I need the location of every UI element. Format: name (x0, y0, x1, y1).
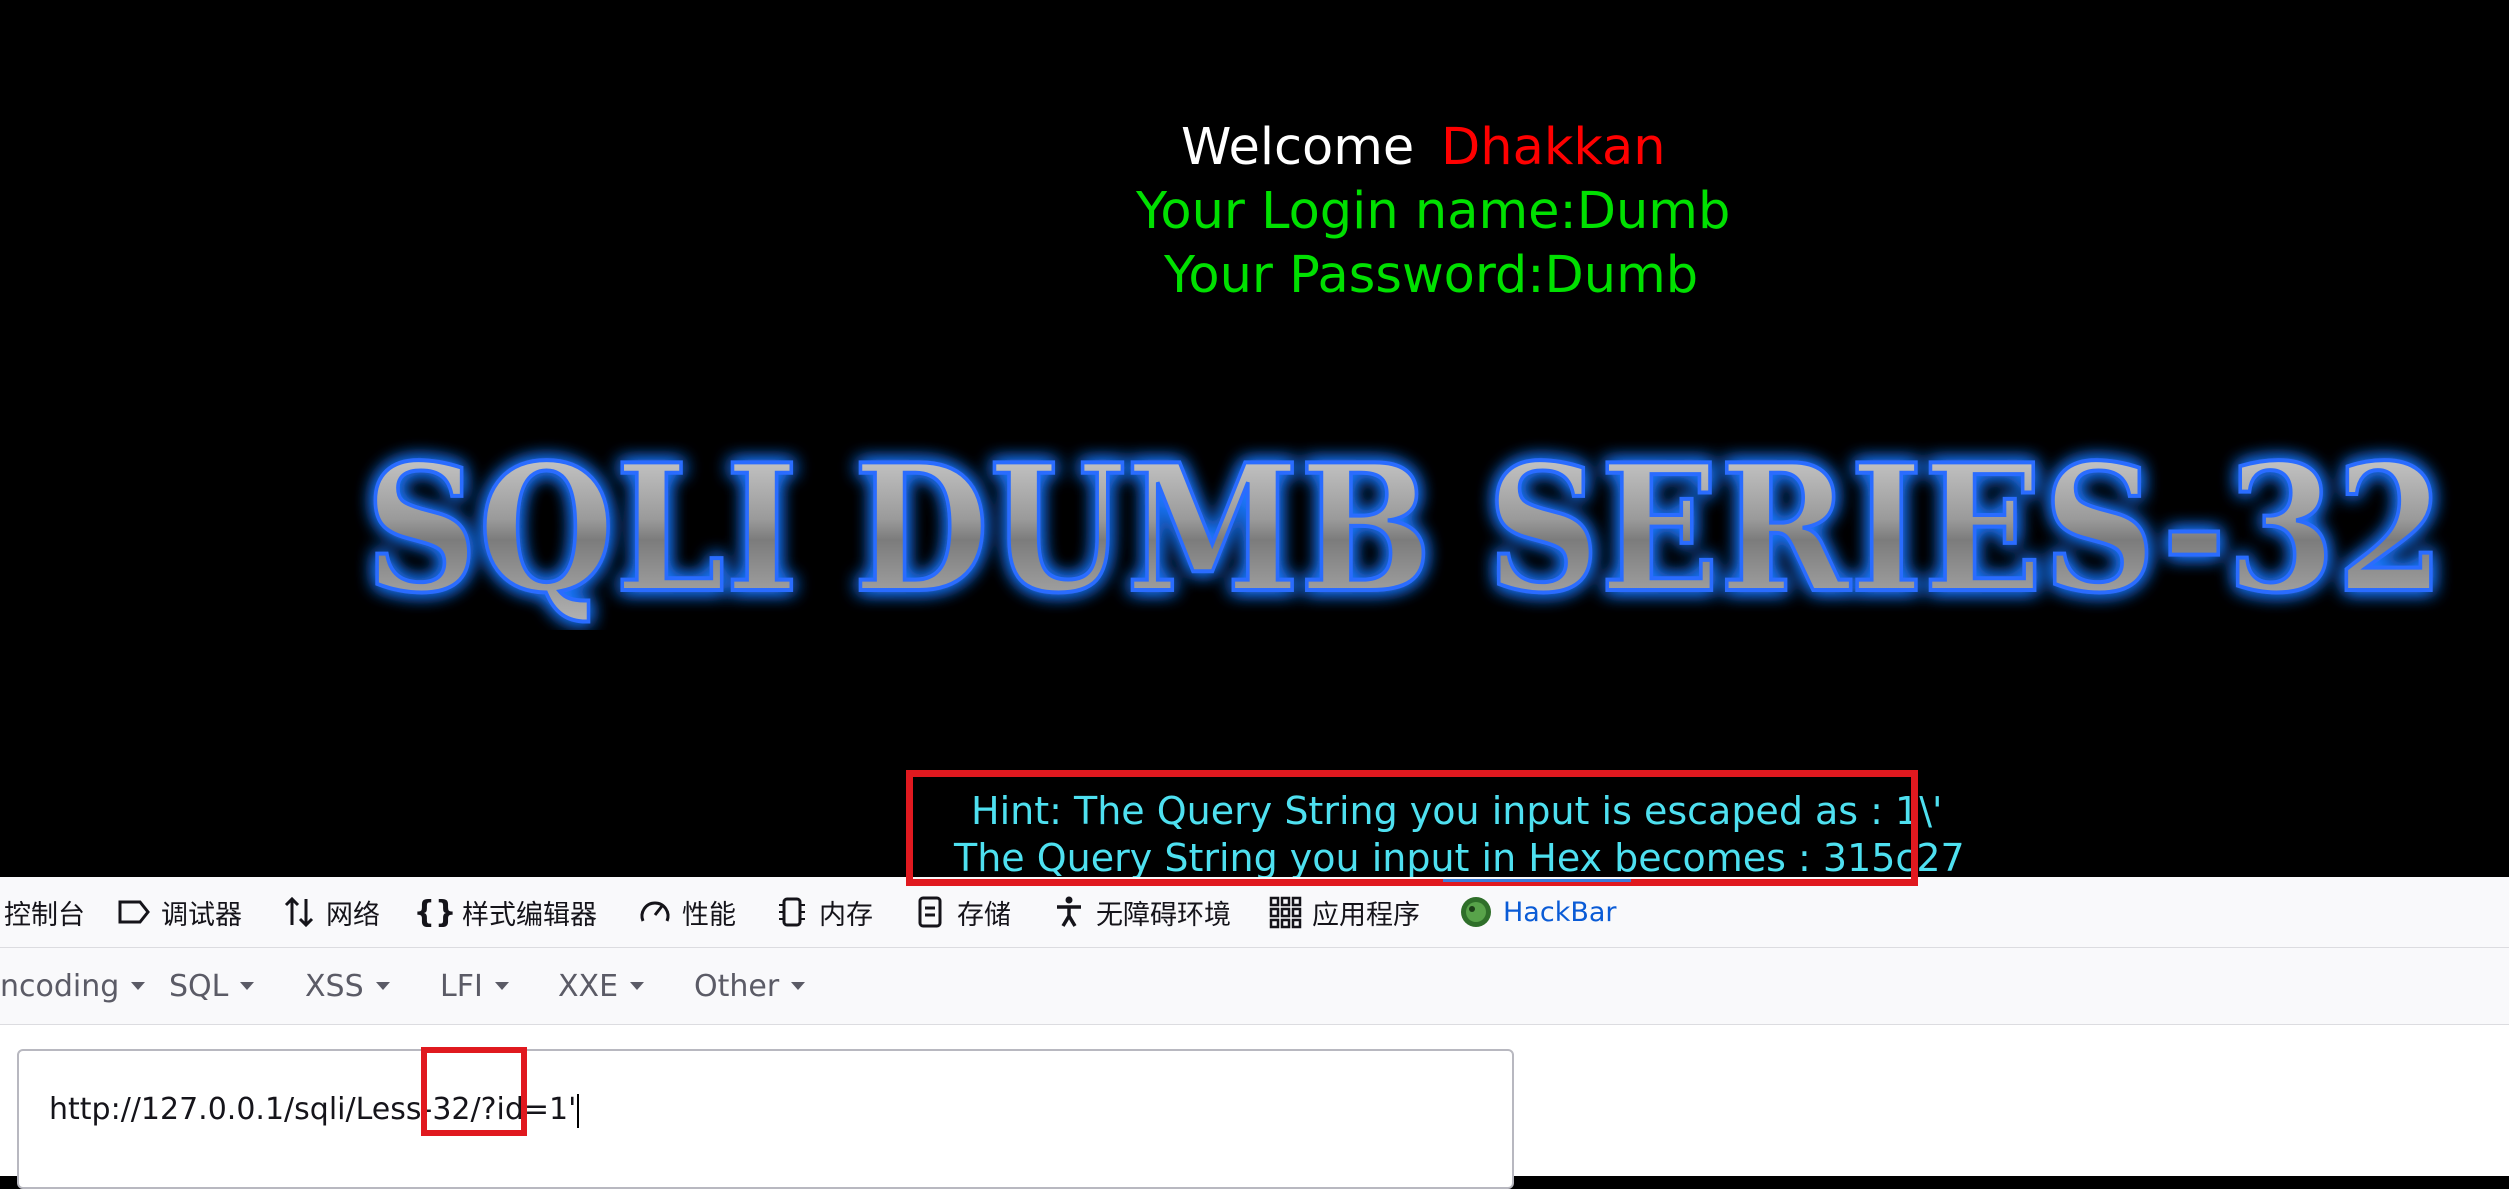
sqli-page: Welcome Dhakkan Your Login name:Dumb You… (0, 0, 2509, 877)
menu-encoding[interactable]: ncoding (0, 948, 146, 1024)
chevron-down-icon (791, 982, 806, 990)
menu-sql[interactable]: SQL (169, 948, 255, 1024)
menu-label: LFI (440, 968, 483, 1004)
chevron-down-icon (375, 982, 390, 990)
style-editor-icon: {} (413, 894, 457, 930)
chevron-down-icon (240, 982, 255, 990)
debugger-icon (117, 895, 151, 929)
memory-icon (775, 895, 809, 929)
accessibility-icon (1052, 895, 1086, 929)
menu-lfi[interactable]: LFI (440, 948, 509, 1024)
menu-label: XXE (558, 968, 619, 1004)
chevron-down-icon (131, 982, 146, 990)
link-hover-underline (1443, 879, 1631, 882)
application-icon (1268, 895, 1302, 929)
sqli-dumb-series-banner: SQLI DUMB SERIES-32 (363, 430, 2447, 630)
tab-label: 网络 (326, 899, 380, 931)
tab-label: 内存 (819, 899, 873, 931)
storage-icon (913, 895, 947, 929)
devtools-toolbar: 控制台 调试器 网络 {} 样式编辑器 性能 内存 存储 无障碍环境 应用程序 … (0, 877, 2509, 948)
welcome-username: Dhakkan (1441, 118, 1666, 177)
chevron-down-icon (494, 982, 509, 990)
performance-icon (638, 895, 672, 929)
url-textarea[interactable]: http://127.0.0.1/sqli/Less-32/?id=1' (17, 1049, 1514, 1189)
password-text: Your Password:Dumb (1164, 246, 1699, 305)
tab-storage[interactable]: 存储 (913, 877, 1011, 947)
chevron-down-icon (630, 982, 645, 990)
menu-xxe[interactable]: XXE (558, 948, 645, 1024)
tab-label: 无障碍环境 (1096, 899, 1231, 931)
tab-label: 应用程序 (1312, 899, 1420, 931)
menu-label: Other (694, 968, 780, 1004)
tab-debugger[interactable]: 调试器 (117, 877, 242, 947)
tab-accessibility[interactable]: 无障碍环境 (1052, 877, 1231, 947)
tab-label: 调试器 (161, 899, 242, 931)
hackbar-icon (1459, 895, 1493, 929)
text-cursor (577, 1093, 580, 1128)
menu-xss[interactable]: XSS (305, 948, 390, 1024)
param-highlight-box (421, 1047, 527, 1136)
tab-performance[interactable]: 性能 (638, 877, 736, 947)
hackbar-menu-bar: ncoding SQL XSS LFI XXE Other (0, 948, 2509, 1025)
tab-label: 存储 (957, 899, 1011, 931)
tab-network[interactable]: 网络 (282, 877, 380, 947)
menu-label: XSS (305, 968, 364, 1004)
tab-console[interactable]: 控制台 (4, 877, 85, 947)
tab-style-editor[interactable]: {} 样式编辑器 (413, 877, 597, 947)
menu-label: ncoding (0, 968, 120, 1004)
menu-other[interactable]: Other (694, 948, 806, 1024)
tab-label: HackBar (1503, 896, 1617, 928)
tab-memory[interactable]: 内存 (775, 877, 873, 947)
banner-title: SQLI DUMB SERIES-32 (365, 430, 2445, 630)
hackbar-url-area: http://127.0.0.1/sqli/Less-32/?id=1' (0, 1025, 2509, 1189)
tab-label: 样式编辑器 (462, 899, 597, 931)
login-name-text: Your Login name:Dumb (1136, 182, 1731, 241)
hint-highlight-box (906, 770, 1918, 886)
network-icon (282, 895, 316, 929)
tab-label: 性能 (682, 899, 736, 931)
menu-label: SQL (169, 968, 229, 1004)
tab-hackbar[interactable]: HackBar (1459, 877, 1617, 947)
tab-application[interactable]: 应用程序 (1268, 877, 1420, 947)
welcome-text: Welcome (1181, 118, 1415, 177)
tab-label: 控制台 (4, 899, 85, 931)
